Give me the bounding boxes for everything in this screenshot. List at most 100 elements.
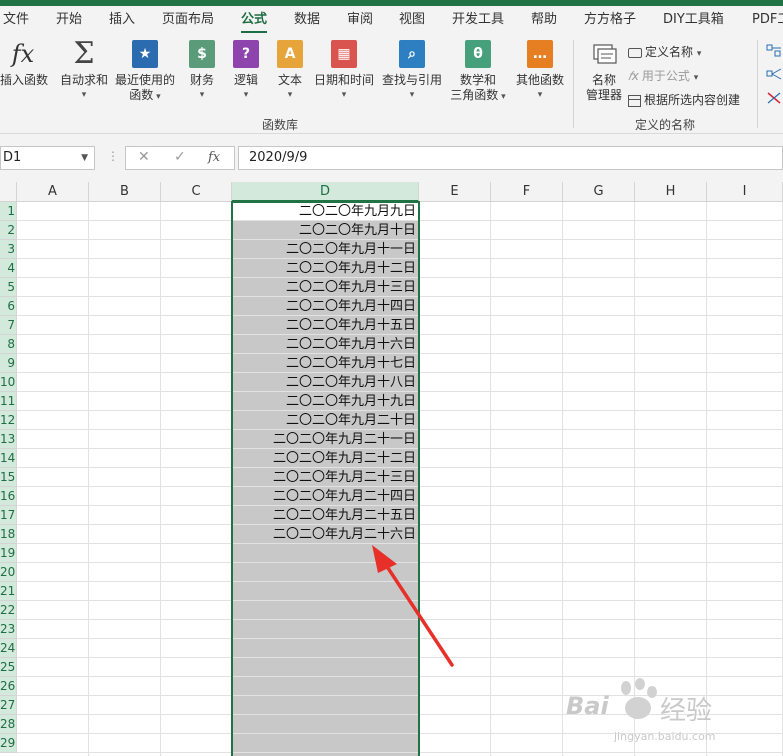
row-header[interactable]: 13 bbox=[0, 430, 17, 449]
function-button-0[interactable]: fx 插入函数 bbox=[0, 40, 48, 88]
label-row: 函数 ▾ bbox=[113, 88, 177, 105]
trace-dependents-icon[interactable] bbox=[766, 66, 782, 80]
row-header[interactable]: 15 bbox=[0, 468, 17, 487]
grid-create-icon bbox=[628, 94, 641, 107]
tab-6[interactable]: 审阅 bbox=[347, 11, 373, 33]
row-header[interactable]: 10 bbox=[0, 373, 17, 392]
row-header[interactable]: 25 bbox=[0, 658, 17, 677]
row-header[interactable]: 22 bbox=[0, 601, 17, 620]
define-name-label: 定义名称 bbox=[645, 45, 694, 59]
function-library-group-label: 函数库 bbox=[262, 118, 299, 132]
tab-5[interactable]: 数据 bbox=[294, 11, 320, 33]
row-header[interactable]: 21 bbox=[0, 582, 17, 601]
row-header[interactable]: 1 bbox=[0, 202, 17, 221]
row-header[interactable]: 19 bbox=[0, 544, 17, 563]
function-button-label: 最近使用的 bbox=[114, 73, 175, 87]
row-header[interactable]: 7 bbox=[0, 316, 17, 335]
column-header-i[interactable]: I bbox=[707, 182, 783, 202]
text-book-icon: A bbox=[277, 40, 303, 68]
function-button-5[interactable]: A 文本 ▾ bbox=[273, 40, 307, 103]
drag-handle-icon[interactable]: ⋮ bbox=[107, 149, 119, 163]
chevron-down-icon: ▾ bbox=[81, 90, 87, 100]
function-button-2[interactable]: ★ 最近使用的 函数 ▾ bbox=[113, 40, 177, 105]
row-header[interactable]: 23 bbox=[0, 620, 17, 639]
function-button-label: 财务 bbox=[189, 73, 214, 87]
tab-8[interactable]: 开发工具 bbox=[452, 11, 504, 33]
ribbon: 函数库 名称 管理器 定义名称 ▾ 𝑓x 用于公式 ▾ 根据所选内容创建 定义的名… bbox=[0, 34, 783, 134]
name-box[interactable]: D1 ▼ bbox=[0, 146, 95, 170]
chevron-down-icon: ▾ bbox=[243, 90, 249, 100]
row-header[interactable]: 9 bbox=[0, 354, 17, 373]
function-button-1[interactable]: Σ 自动求和 ▾ bbox=[58, 36, 110, 103]
column-header-h[interactable]: H bbox=[635, 182, 707, 202]
row-header[interactable]: 4 bbox=[0, 259, 17, 278]
column-header-e[interactable]: E bbox=[419, 182, 491, 202]
cancel-icon[interactable]: ✕ bbox=[138, 149, 150, 165]
magnifier-book-icon: ⌕ bbox=[399, 40, 425, 68]
tab-10[interactable]: 方方格子 bbox=[584, 11, 636, 33]
money-book-icon: $ bbox=[189, 40, 215, 68]
tab-1[interactable]: 开始 bbox=[56, 11, 82, 33]
tab-7[interactable]: 视图 bbox=[399, 11, 425, 33]
tab-2[interactable]: 插入 bbox=[109, 11, 135, 33]
row-header[interactable]: 24 bbox=[0, 639, 17, 658]
watermark-url: jingyan.baidu.com bbox=[614, 730, 716, 743]
row-header[interactable]: 8 bbox=[0, 335, 17, 354]
row-header[interactable]: 6 bbox=[0, 297, 17, 316]
function-button-6[interactable]: ▦ 日期和时间 ▾ bbox=[312, 40, 376, 103]
sigma-icon: Σ bbox=[73, 36, 95, 71]
star-book-icon: ★ bbox=[132, 40, 158, 68]
function-button-label: 查找与引用 bbox=[381, 73, 442, 87]
grid-column-line bbox=[88, 202, 89, 756]
name-manager-button[interactable]: 名称 管理器 bbox=[582, 40, 626, 103]
formula-input[interactable]: 2020/9/9 bbox=[238, 146, 783, 170]
remove-arrows-icon[interactable] bbox=[766, 90, 782, 104]
row-header[interactable]: 5 bbox=[0, 278, 17, 297]
function-button-4[interactable]: ? 逻辑 ▾ bbox=[229, 40, 263, 103]
chevron-down-icon: ▾ bbox=[199, 90, 205, 100]
name-manager-icon bbox=[591, 40, 617, 68]
tab-3[interactable]: 页面布局 bbox=[162, 11, 214, 33]
row-header[interactable]: 2 bbox=[0, 221, 17, 240]
row-header[interactable]: 12 bbox=[0, 411, 17, 430]
column-header-f[interactable]: F bbox=[491, 182, 563, 202]
column-header-g[interactable]: G bbox=[563, 182, 635, 202]
column-header-d[interactable]: D bbox=[232, 182, 419, 202]
trace-precedents-icon[interactable] bbox=[766, 42, 782, 57]
column-header-b[interactable]: B bbox=[89, 182, 161, 202]
function-button-7[interactable]: ⌕ 查找与引用 ▾ bbox=[380, 40, 444, 103]
name-box-value: D1 bbox=[3, 150, 22, 165]
row-header[interactable]: 29 bbox=[0, 734, 17, 753]
tab-0[interactable]: 文件 bbox=[3, 11, 29, 33]
baidu-watermark: Bai 经验 jingyan.baidu.com bbox=[566, 678, 751, 748]
use-in-formula-button[interactable]: 𝑓x 用于公式 ▾ bbox=[628, 67, 698, 84]
select-all-corner[interactable] bbox=[0, 182, 17, 202]
function-button-9[interactable]: … 其他函数 ▾ bbox=[512, 40, 568, 103]
chevron-down-icon: ▾ bbox=[693, 73, 699, 83]
function-button-8[interactable]: θ 数学和 三角函数 ▾ bbox=[446, 40, 510, 105]
worksheet-grid[interactable]: A B C D E F G H I 1 二〇二〇年九月九日 2 二〇二〇年九月十日 3 二〇二〇年九月十一日… bbox=[0, 182, 783, 756]
column-header-c[interactable]: C bbox=[161, 182, 232, 202]
row-header[interactable]: 20 bbox=[0, 563, 17, 582]
enter-icon[interactable]: ✓ bbox=[174, 149, 186, 165]
row-header[interactable]: 11 bbox=[0, 392, 17, 411]
row-header[interactable]: 14 bbox=[0, 449, 17, 468]
tab-4[interactable]: 公式 bbox=[241, 11, 268, 33]
tab-12[interactable]: PDF工 bbox=[752, 11, 783, 33]
row-header[interactable]: 28 bbox=[0, 715, 17, 734]
row-header[interactable]: 18 bbox=[0, 525, 17, 544]
row-header[interactable]: 27 bbox=[0, 696, 17, 715]
row-header[interactable]: 3 bbox=[0, 240, 17, 259]
tab-11[interactable]: DIY工具箱 bbox=[663, 11, 724, 33]
row-header[interactable]: 16 bbox=[0, 487, 17, 506]
chevron-down-icon[interactable]: ▼ bbox=[81, 147, 88, 169]
function-button-3[interactable]: $ 财务 ▾ bbox=[185, 40, 219, 103]
insert-function-icon[interactable]: fx bbox=[208, 150, 220, 165]
row-header[interactable]: 17 bbox=[0, 506, 17, 525]
column-header-a[interactable]: A bbox=[17, 182, 89, 202]
create-from-selection-button[interactable]: 根据所选内容创建 bbox=[628, 91, 740, 108]
tab-9[interactable]: 帮助 bbox=[531, 11, 557, 33]
define-name-button[interactable]: 定义名称 ▾ bbox=[628, 43, 701, 60]
defined-names-group-label: 定义的名称 bbox=[635, 118, 696, 132]
row-header[interactable]: 26 bbox=[0, 677, 17, 696]
